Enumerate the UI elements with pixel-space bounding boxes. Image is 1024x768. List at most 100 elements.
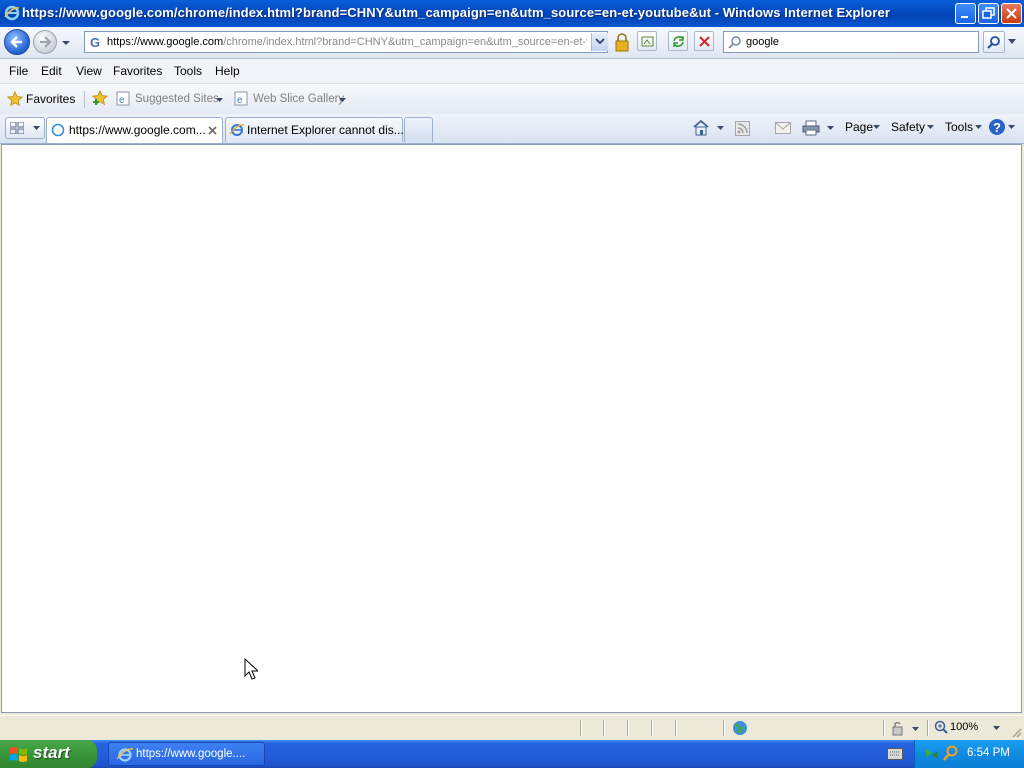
tab-row: https://www.google.com... Internet Explo… [0, 114, 1024, 144]
tools-menu-button[interactable]: Tools [945, 114, 983, 140]
security-lock-button[interactable] [612, 33, 632, 53]
tab-ie-cannot-display[interactable]: Internet Explorer cannot dis... [225, 117, 404, 142]
tab-label: Internet Explorer cannot dis... [247, 123, 404, 137]
menu-edit[interactable]: Edit [41, 64, 62, 78]
internet-zone-globe-icon[interactable] [732, 720, 748, 736]
search-box[interactable]: google [723, 31, 979, 53]
refresh-button[interactable] [668, 31, 688, 51]
back-button[interactable] [4, 29, 30, 55]
quick-tabs-icon [10, 122, 24, 134]
address-path: /chrome/index.html?brand=CHNY&utm_campai… [223, 36, 587, 48]
tab-google-chrome[interactable]: https://www.google.com... [46, 117, 223, 143]
close-button[interactable] [1001, 3, 1022, 24]
favorites-label: Favorites [26, 92, 76, 106]
lock-icon [615, 33, 629, 52]
forward-arrow-icon [40, 36, 52, 48]
svg-text:?: ? [993, 120, 1001, 135]
ie-logo-icon [230, 124, 244, 136]
address-host: www.google.com [140, 36, 224, 48]
favorites-button[interactable]: Favorites [6, 87, 76, 111]
chevron-down-icon [1008, 125, 1015, 129]
safety-menu-label: Safety [891, 120, 926, 134]
taskbar-item-ie[interactable]: https://www.google.... [108, 742, 265, 766]
title-bar: https://www.google.com/chrome/index.html… [0, 0, 1024, 27]
search-options-dropdown[interactable] [1005, 31, 1019, 53]
chevron-down-icon [993, 726, 1000, 730]
recent-pages-dropdown-icon[interactable] [61, 39, 71, 47]
print-button[interactable] [802, 118, 836, 138]
suggested-sites-label: Suggested Sites [135, 93, 219, 105]
menu-view[interactable]: View [76, 64, 102, 78]
ie-logo-icon [117, 748, 133, 762]
help-button[interactable]: ? [988, 117, 1022, 139]
status-divider [723, 720, 724, 736]
close-tab-icon[interactable] [208, 126, 217, 135]
zoom-level-label: 100% [950, 721, 979, 733]
restore-icon [982, 7, 995, 19]
zoom-level-button[interactable]: 100% [934, 719, 1006, 737]
clock: 6:54 PM [967, 747, 1010, 759]
status-divider [627, 720, 628, 736]
chevron-down-icon [927, 125, 934, 129]
taskbar: start https://www.google.... 6:54 PM [0, 740, 1024, 768]
minimize-button[interactable] [955, 3, 976, 24]
suggested-sites-link[interactable]: e Suggested Sites [115, 89, 225, 109]
add-to-favorites-icon[interactable] [91, 90, 109, 108]
search-button[interactable] [983, 31, 1005, 53]
search-input[interactable]: google [746, 36, 779, 48]
chevron-down-icon [1008, 39, 1016, 44]
menu-help[interactable]: Help [215, 64, 240, 78]
chevron-down-icon [595, 38, 605, 45]
read-mail-icon[interactable] [775, 122, 791, 134]
safety-menu-button[interactable]: Safety [891, 114, 935, 140]
stop-icon [699, 36, 710, 47]
resize-grip-icon[interactable] [1010, 726, 1022, 738]
compatibility-view-icon [641, 36, 654, 47]
menu-file[interactable]: File [9, 64, 28, 78]
stop-button[interactable] [694, 31, 714, 51]
home-button[interactable] [692, 118, 728, 138]
page-menu-button[interactable]: Page [845, 114, 881, 140]
home-icon [693, 119, 709, 136]
close-icon [1006, 8, 1017, 19]
menu-favorites[interactable]: Favorites [113, 64, 162, 78]
web-slice-gallery-link[interactable]: e Web Slice Gallery [233, 89, 349, 109]
chevron-down-icon [873, 125, 880, 129]
network-icon[interactable] [924, 746, 940, 762]
start-button[interactable]: start [0, 740, 97, 768]
favorites-bar: Favorites e Suggested Sites e Web Slice … [0, 84, 1024, 115]
status-divider [651, 720, 652, 736]
status-divider [603, 720, 604, 736]
window-title: https://www.google.com/chrome/index.html… [22, 5, 890, 20]
feeds-icon[interactable] [735, 121, 750, 136]
keyboard-icon[interactable] [887, 748, 903, 760]
page-menu-label: Page [845, 120, 874, 134]
chevron-down-icon [975, 125, 982, 129]
search-tray-icon[interactable] [943, 745, 959, 762]
chevron-down-icon [33, 126, 40, 130]
menu-tools[interactable]: Tools [174, 64, 202, 78]
protected-mode-button[interactable] [888, 720, 922, 738]
favorites-divider [84, 91, 85, 108]
quick-tabs-button[interactable] [5, 117, 45, 139]
tab-label: https://www.google.com... [69, 123, 206, 137]
address-dropdown-button[interactable] [591, 33, 608, 51]
forward-button[interactable] [33, 30, 57, 54]
ie-page-icon: e [234, 91, 248, 106]
start-label: start [33, 743, 70, 762]
ie-page-icon: e [116, 91, 130, 106]
security-status-icon [892, 722, 903, 736]
tools-menu-label: Tools [945, 120, 974, 134]
windows-logo-icon [10, 747, 27, 762]
address-scheme: https:// [107, 36, 141, 48]
new-tab-button[interactable] [404, 117, 433, 142]
chevron-down-icon [912, 727, 919, 731]
address-url[interactable]: https://www.google.com/chrome/index.html… [107, 36, 587, 48]
page-content[interactable] [1, 144, 1022, 713]
compatibility-view-button[interactable] [637, 31, 657, 51]
status-divider [580, 720, 581, 736]
restore-button[interactable] [978, 3, 999, 24]
address-bar[interactable]: G https://www.google.com/chrome/index.ht… [84, 31, 608, 53]
chevron-down-icon [216, 98, 223, 102]
refresh-icon [673, 36, 684, 47]
